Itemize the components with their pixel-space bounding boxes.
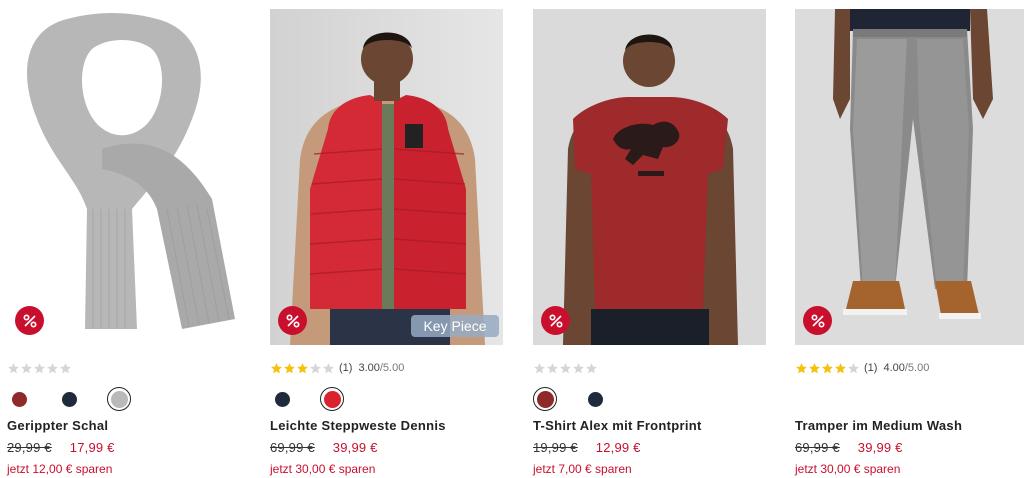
rating-stars: [533, 362, 598, 375]
rating-stars: [270, 362, 335, 375]
star-icon: [534, 362, 545, 373]
star-icon: [822, 362, 833, 373]
price-row: 69,99 € 39,99 €: [270, 440, 378, 455]
swatch-navy[interactable]: [57, 387, 81, 411]
star-icon: [848, 362, 859, 373]
product-card[interactable]: (1) 4.00/5.00 Tramper im Medium Wash 69,…: [795, 9, 1024, 478]
savings-text: jetzt 30,00 € sparen: [270, 462, 376, 476]
star-icon: [835, 362, 846, 373]
old-price: 19,99 €: [533, 440, 578, 455]
percent-icon: [541, 306, 570, 335]
product-card[interactable]: Key Piece (1) 3.00/5.00 Leichte Steppwes…: [270, 9, 503, 478]
product-name[interactable]: Tramper im Medium Wash: [795, 418, 1024, 433]
star-icon: [586, 362, 597, 373]
color-swatches: [270, 387, 370, 411]
product-name[interactable]: Gerippter Schal: [7, 418, 240, 433]
savings-text: jetzt 7,00 € sparen: [533, 462, 632, 476]
product-image-scarf[interactable]: [7, 9, 240, 345]
percent-icon: [803, 306, 832, 335]
star-icon: [573, 362, 584, 373]
swatch-red[interactable]: [533, 387, 557, 411]
swatch-grey[interactable]: [107, 387, 131, 411]
star-icon: [21, 362, 32, 373]
rating-score: 3.00: [358, 362, 380, 374]
star-icon: [271, 362, 282, 373]
swatch-dot: [536, 390, 554, 408]
swatch-red[interactable]: [7, 387, 31, 411]
swatch-dot: [11, 391, 27, 407]
star-icon: [809, 362, 820, 373]
rating-max: /5.00: [904, 362, 930, 374]
star-icon: [47, 362, 58, 373]
star-icon: [34, 362, 45, 373]
star-icon: [60, 362, 71, 373]
swatch-navy[interactable]: [583, 387, 607, 411]
product-image-tshirt[interactable]: [533, 9, 766, 345]
vest-image: [270, 9, 503, 345]
color-swatches: [7, 387, 157, 411]
percent-icon: [278, 306, 307, 335]
product-grid: Gerippter Schal 29,99 € 17,99 € jetzt 12,…: [7, 9, 1024, 478]
swatch-dot: [274, 391, 290, 407]
rating: [533, 361, 598, 375]
key-piece-badge: Key Piece: [411, 315, 499, 337]
swatch-dot: [61, 391, 77, 407]
star-icon: [560, 362, 571, 373]
swatch-red[interactable]: [320, 387, 344, 411]
swatch-dot: [323, 390, 341, 408]
rating: [7, 361, 72, 375]
savings-text: jetzt 12,00 € sparen: [7, 462, 113, 476]
old-price: 69,99 €: [270, 440, 315, 455]
star-icon: [284, 362, 295, 373]
rating-count: (1): [339, 362, 353, 374]
sale-price: 17,99 €: [69, 440, 115, 455]
star-icon: [310, 362, 321, 373]
percent-icon: [15, 306, 44, 335]
jeans-image: [795, 9, 1024, 345]
rating[interactable]: (1) 4.00/5.00: [795, 361, 929, 375]
old-price: 69,99 €: [795, 440, 840, 455]
sale-price: 39,99 €: [857, 440, 903, 455]
price-row: 29,99 € 17,99 €: [7, 440, 115, 455]
rating-stars: [795, 362, 860, 375]
price-row: 69,99 € 39,99 €: [795, 440, 903, 455]
price-row: 19,99 € 12,99 €: [533, 440, 641, 455]
swatch-dot: [587, 391, 603, 407]
rating-max: /5.00: [379, 362, 405, 374]
star-icon: [297, 362, 308, 373]
product-card[interactable]: T-Shirt Alex mit Frontprint 19,99 € 12,99…: [533, 9, 766, 478]
star-icon: [547, 362, 558, 373]
sale-price: 39,99 €: [332, 440, 378, 455]
product-image-jeans[interactable]: [795, 9, 1024, 345]
product-name[interactable]: T-Shirt Alex mit Frontprint: [533, 418, 766, 433]
scarf-image: [7, 9, 240, 345]
product-name[interactable]: Leichte Steppweste Dennis: [270, 418, 503, 433]
rating-score: 4.00: [883, 362, 905, 374]
rating-count: (1): [864, 362, 878, 374]
star-icon: [323, 362, 334, 373]
sale-price: 12,99 €: [595, 440, 641, 455]
savings-text: jetzt 30,00 € sparen: [795, 462, 901, 476]
swatch-navy[interactable]: [270, 387, 294, 411]
star-icon: [796, 362, 807, 373]
product-card[interactable]: Gerippter Schal 29,99 € 17,99 € jetzt 12,…: [7, 9, 240, 478]
tshirt-image: [533, 9, 766, 345]
old-price: 29,99 €: [7, 440, 52, 455]
color-swatches: [533, 387, 633, 411]
star-icon: [8, 362, 19, 373]
swatch-dot: [110, 390, 128, 408]
rating[interactable]: (1) 3.00/5.00: [270, 361, 404, 375]
product-image-vest[interactable]: Key Piece: [270, 9, 503, 345]
rating-stars: [7, 362, 72, 375]
